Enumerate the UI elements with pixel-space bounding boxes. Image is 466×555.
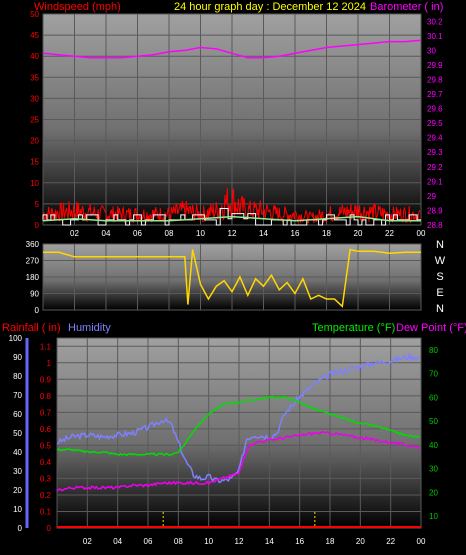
humidity-tick-label: 80	[13, 372, 22, 381]
time-tick-label: 14	[265, 537, 274, 546]
time-tick-label: 04	[102, 229, 111, 238]
wind-tick-label: 30	[30, 94, 39, 103]
wind-tick-label: 0	[35, 221, 40, 230]
time-tick-label: 00	[417, 537, 426, 546]
temp-tick-label: 60	[429, 393, 438, 402]
baro-tick-label: 29.9	[427, 61, 443, 70]
direction-tick-label: 360	[26, 240, 40, 249]
baro-tick-label: 30.2	[427, 17, 443, 26]
rain-tick-label: 0	[47, 524, 52, 533]
direction-letter: S	[436, 271, 443, 283]
rain-tick-label: 0.3	[40, 474, 52, 483]
rain-tick-label: 0.9	[40, 375, 52, 384]
time-tick-label: 06	[144, 537, 153, 546]
time-tick-label: 12	[228, 229, 237, 238]
time-tick-label: 10	[204, 537, 213, 546]
dewpoint-label: Dew Point (°F)	[396, 322, 466, 334]
wind-tick-label: 35	[30, 73, 39, 82]
direction-letter: W	[435, 255, 446, 267]
baro-tick-label: 29.8	[427, 75, 443, 84]
temp-tick-label: 10	[429, 512, 438, 521]
time-tick-label: 04	[113, 537, 122, 546]
humidity-tick-label: 90	[13, 353, 22, 362]
humidity-tick-label: 70	[13, 391, 22, 400]
temp-tick-label: 30	[429, 465, 438, 474]
rain-tick-label: 1	[47, 359, 52, 368]
time-tick-label: 22	[385, 229, 394, 238]
direction-tick-label: 270	[26, 257, 40, 266]
time-tick-label: 16	[291, 229, 300, 238]
wind-tick-label: 5	[35, 200, 40, 209]
rainfall-label: Rainfall ( in)	[2, 322, 61, 334]
wind-tick-label: 10	[30, 179, 39, 188]
time-tick-label: 20	[354, 229, 363, 238]
time-tick-label: 00	[417, 229, 426, 238]
rain-tick-label: 0.1	[40, 507, 52, 516]
baro-tick-label: 30.1	[427, 32, 443, 41]
time-tick-label: 08	[174, 537, 183, 546]
baro-tick-label: 29	[427, 192, 436, 201]
rain-tick-label: 0.2	[40, 491, 52, 500]
temp-tick-label: 70	[429, 370, 438, 379]
humidity-tick-label: 10	[13, 505, 22, 514]
baro-tick-label: 29.6	[427, 105, 443, 114]
temp-tick-label: 40	[429, 441, 438, 450]
rain-tick-label: 0.7	[40, 408, 52, 417]
baro-tick-label: 29.4	[427, 134, 443, 143]
rain-tick-label: 0.5	[40, 441, 52, 450]
temp-tick-label: 80	[429, 346, 438, 355]
time-tick-label: 02	[70, 229, 79, 238]
windspeed-label: Windspeed (mph)	[34, 1, 121, 13]
time-tick-label: 22	[386, 537, 395, 546]
temp-tick-label: 50	[429, 417, 438, 426]
humidity-tick-label: 30	[13, 467, 22, 476]
direction-letter: E	[436, 287, 443, 299]
direction-tick-label: 90	[30, 290, 39, 299]
time-tick-label: 08	[165, 229, 174, 238]
direction-tick-label: 180	[26, 273, 40, 282]
wind-tick-label: 20	[30, 137, 39, 146]
rain-tick-label: 0.4	[40, 458, 52, 467]
time-tick-label: 14	[259, 229, 268, 238]
baro-tick-label: 28.8	[427, 221, 443, 230]
time-tick-label: 02	[83, 537, 92, 546]
humidity-tick-label: 0	[18, 524, 23, 533]
time-tick-label: 18	[326, 537, 335, 546]
baro-tick-label: 29.2	[427, 163, 443, 172]
direction-tick-label: 0	[35, 306, 40, 315]
wind-tick-label: 25	[30, 116, 39, 125]
wind-tick-label: 45	[30, 31, 39, 40]
humidity-tick-label: 100	[9, 334, 23, 343]
baro-tick-label: 28.9	[427, 206, 443, 215]
baro-tick-label: 29.7	[427, 90, 443, 99]
rain-tick-label: 0.6	[40, 425, 52, 434]
humidity-tick-label: 50	[13, 429, 22, 438]
rain-tick-label: 0.8	[40, 392, 52, 401]
humidity-tick-label: 60	[13, 410, 22, 419]
time-tick-label: 16	[295, 537, 304, 546]
time-tick-label: 18	[322, 229, 331, 238]
rain-tick-label: 1.1	[40, 342, 52, 351]
baro-tick-label: 29.1	[427, 177, 443, 186]
time-tick-label: 20	[356, 537, 365, 546]
baro-tick-label: 29.5	[427, 119, 443, 128]
humidity-label: Humidity	[68, 322, 111, 334]
baro-tick-label: 29.3	[427, 148, 443, 157]
barometer-label: Barometer ( in)	[370, 1, 443, 13]
graph-title: 24 hour graph day : December 12 2024	[174, 1, 366, 13]
time-tick-label: 06	[133, 229, 142, 238]
humidity-tick-label: 20	[13, 486, 22, 495]
humidity-tick-label: 40	[13, 448, 22, 457]
direction-letter: N	[436, 239, 444, 251]
direction-letter: N	[436, 303, 444, 315]
time-tick-label: 10	[196, 229, 205, 238]
wind-tick-label: 50	[30, 10, 39, 19]
wind-tick-label: 15	[30, 158, 39, 167]
baro-tick-label: 30	[427, 46, 436, 55]
temp-tick-label: 20	[429, 488, 438, 497]
temperature-label: Temperature (°F)	[312, 322, 395, 334]
wind-tick-label: 40	[30, 52, 39, 61]
weather-graph: Windspeed (mph) 24 hour graph day : Dece…	[2, 1, 466, 546]
time-tick-label: 12	[235, 537, 244, 546]
